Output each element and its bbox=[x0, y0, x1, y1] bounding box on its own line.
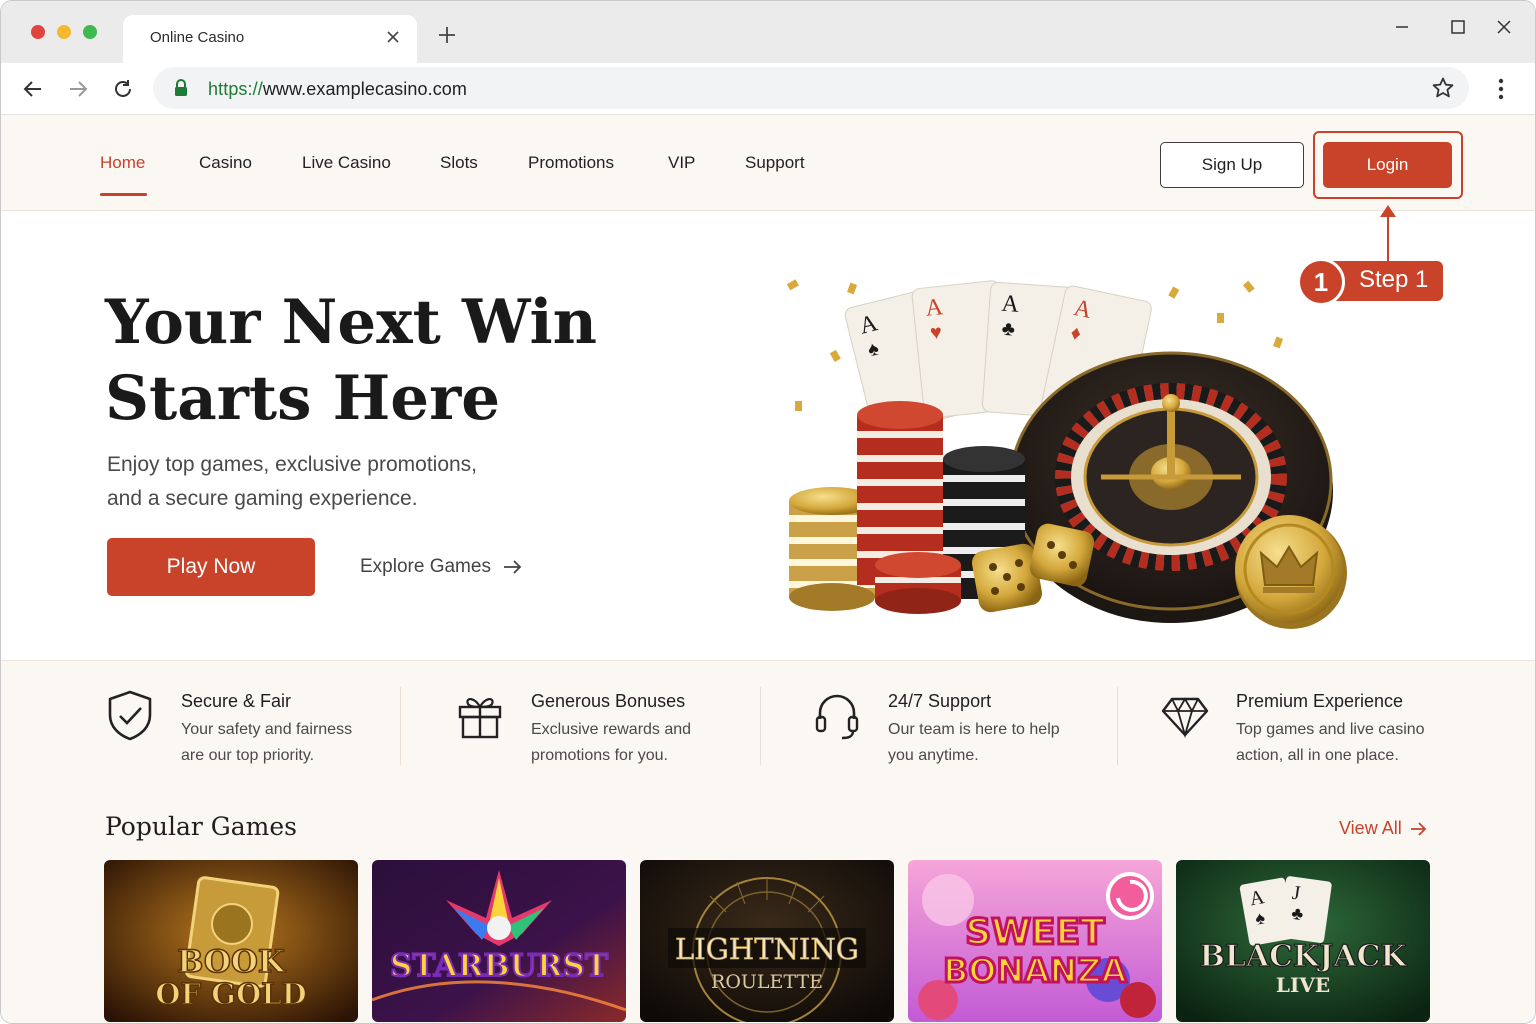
zoom-window-button[interactable] bbox=[83, 25, 97, 39]
game-title: LIGHTNING bbox=[675, 932, 859, 966]
sweet-bonanza-thumbnail: SWEET BONANZA bbox=[908, 860, 1162, 1022]
feature-title: Premium Experience bbox=[1236, 691, 1404, 711]
hero-subtitle-line-2: and a secure gaming experience. bbox=[107, 487, 418, 510]
popular-games-heading: Popular Games bbox=[105, 812, 297, 841]
game-card-lightning-roulette[interactable]: LIGHTNING ROULETTE bbox=[640, 860, 894, 1022]
view-all-link[interactable]: View All bbox=[1339, 818, 1428, 839]
headset-icon bbox=[815, 694, 859, 740]
hero-title-line-1: Your Next Win bbox=[105, 287, 597, 358]
url-text: https://www.examplecasino.com bbox=[208, 79, 468, 99]
crown-coin bbox=[1235, 515, 1347, 629]
active-nav-underline bbox=[100, 193, 147, 196]
casino-page: Home Casino Live Casino Slots Promotions… bbox=[1, 115, 1535, 1023]
tab-title: Online Casino bbox=[150, 29, 245, 46]
nav-item-vip[interactable]: VIP bbox=[668, 153, 695, 173]
starburst-thumbnail: STARBURST bbox=[372, 860, 626, 1022]
front-red-chips bbox=[875, 552, 961, 614]
play-now-button[interactable]: Play Now bbox=[107, 538, 315, 596]
hero-title-line-2: Starts Here bbox=[105, 363, 501, 434]
nav-item-live-casino[interactable]: Live Casino bbox=[302, 153, 391, 173]
hero-casino-illustration: A♠ A♥ A♣ A♦ bbox=[786, 279, 1347, 629]
game-card-book-of-gold[interactable]: BOOK OF GOLD bbox=[104, 860, 358, 1022]
game-subtitle: ROULETTE bbox=[711, 971, 823, 993]
game-subtitle: LIVE bbox=[1276, 973, 1330, 997]
tab-close-icon[interactable] bbox=[381, 25, 405, 49]
arrow-right-icon bbox=[1410, 821, 1426, 836]
view-all-label: View All bbox=[1339, 818, 1402, 838]
lightning-roulette-thumbnail: LIGHTNING ROULETTE bbox=[640, 860, 894, 1022]
reload-icon[interactable] bbox=[109, 75, 137, 103]
hero-subtitle-line-1: Enjoy top games, exclusive promotions, bbox=[107, 453, 478, 476]
back-arrow-icon[interactable] bbox=[19, 75, 47, 103]
book-of-gold-thumbnail: BOOK OF GOLD bbox=[104, 860, 358, 1022]
feature-title: Secure & Fair bbox=[181, 691, 292, 711]
feature-divider bbox=[400, 687, 401, 765]
nav-item-support[interactable]: Support bbox=[745, 153, 805, 173]
features-band: Secure & Fair Your safety and fairness ar… bbox=[1, 660, 1535, 1023]
diamond-icon bbox=[1161, 697, 1209, 739]
game-title: SWEET bbox=[965, 912, 1105, 953]
feature-desc: Your safety and fairness are our top prio… bbox=[181, 721, 353, 764]
nav-item-slots[interactable]: Slots bbox=[440, 153, 478, 173]
blackjack-live-thumbnail: A♠ J♣ BLACKJACK LIVE bbox=[1176, 860, 1430, 1022]
sign-up-button[interactable]: Sign Up bbox=[1160, 142, 1304, 188]
game-title: STARBURST bbox=[390, 948, 608, 984]
minimize-icon[interactable] bbox=[1387, 15, 1417, 39]
svg-text:A: A bbox=[924, 294, 945, 322]
game-subtitle: OF GOLD bbox=[155, 977, 307, 1011]
game-card-starburst[interactable]: STARBURST bbox=[372, 860, 626, 1022]
game-title: BOOK bbox=[177, 944, 286, 980]
hero-title: Your Next Win Starts Here bbox=[105, 285, 665, 437]
login-button[interactable]: Login bbox=[1323, 142, 1452, 188]
explore-games-label: Explore Games bbox=[360, 556, 491, 577]
hero-subtitle: Enjoy top games, exclusive promotions, a… bbox=[107, 448, 567, 516]
svg-text:A: A bbox=[1001, 291, 1021, 318]
feature-title: 24/7 Support bbox=[888, 691, 992, 711]
address-bar[interactable]: https://www.examplecasino.com bbox=[153, 67, 1469, 109]
feature-divider bbox=[1117, 687, 1118, 765]
title-bar: Online Casino bbox=[1, 1, 1535, 63]
browser-menu-icon[interactable] bbox=[1489, 77, 1513, 101]
svg-text:♥: ♥ bbox=[929, 321, 943, 344]
maximize-icon[interactable] bbox=[1443, 15, 1473, 39]
game-card-sweet-bonanza[interactable]: SWEET BONANZA bbox=[908, 860, 1162, 1022]
lock-icon bbox=[173, 79, 189, 102]
game-subtitle: BONANZA bbox=[943, 951, 1127, 990]
bookmark-star-icon[interactable] bbox=[1431, 76, 1455, 100]
new-tab-icon[interactable] bbox=[433, 21, 461, 49]
feature-desc: Our team is here to help you anytime. bbox=[888, 721, 1060, 764]
gift-icon bbox=[458, 698, 502, 739]
site-navigation: Home Casino Live Casino Slots Promotions… bbox=[1, 115, 1535, 211]
browser-tab[interactable]: Online Casino bbox=[123, 15, 417, 63]
feature-desc: Top games and live casino action, all in … bbox=[1236, 721, 1425, 764]
svg-text:♣: ♣ bbox=[1001, 318, 1016, 341]
feature-divider bbox=[760, 687, 761, 765]
nav-item-promotions[interactable]: Promotions bbox=[528, 153, 614, 173]
nav-item-casino[interactable]: Casino bbox=[199, 153, 252, 173]
game-card-blackjack-live[interactable]: A ♠ J ♣ BLACKJACK LIVE bbox=[1176, 860, 1430, 1022]
game-title: BLACKJACK bbox=[1199, 939, 1407, 974]
minimize-window-button[interactable] bbox=[57, 25, 71, 39]
shield-check-icon bbox=[108, 690, 152, 741]
feature-desc: Exclusive rewards and promotions for you. bbox=[531, 721, 692, 764]
explore-games-link[interactable]: Explore Games bbox=[360, 556, 523, 578]
nav-item-home[interactable]: Home bbox=[100, 153, 145, 173]
browser-window: Online Casino https://www.examplecasino.… bbox=[0, 0, 1536, 1024]
arrow-right-icon bbox=[503, 560, 522, 574]
feature-title: Generous Bonuses bbox=[531, 691, 686, 711]
close-window-button[interactable] bbox=[31, 25, 45, 39]
close-icon[interactable] bbox=[1489, 15, 1519, 39]
forward-arrow-icon[interactable] bbox=[64, 75, 92, 103]
browser-toolbar: https://www.examplecasino.com bbox=[1, 63, 1535, 115]
